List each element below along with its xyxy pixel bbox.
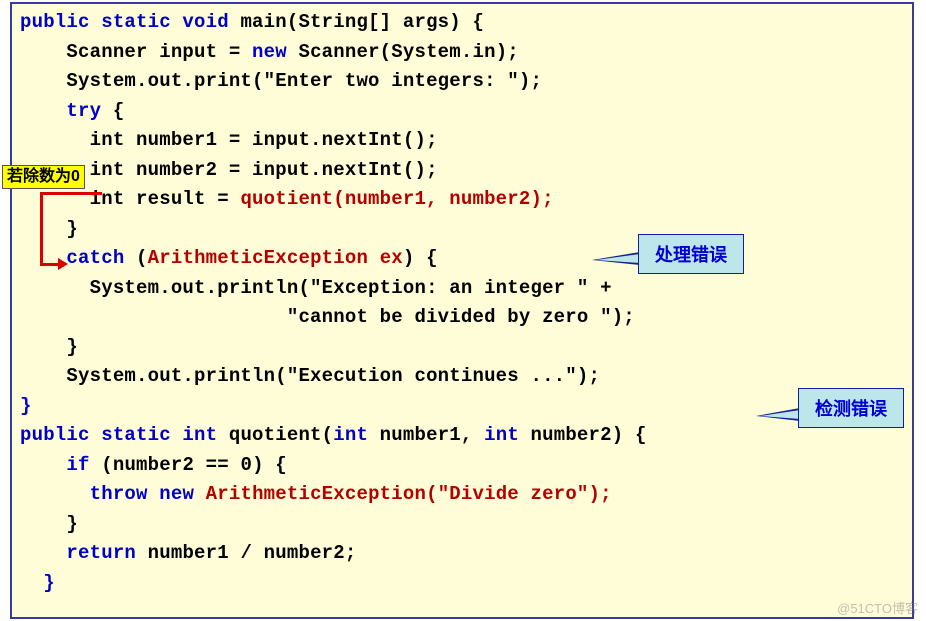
kw-int2: int: [484, 424, 519, 446]
main-sig: main(String[] args) {: [229, 11, 484, 33]
kw-new1: new: [252, 41, 287, 63]
l19c: number1 / number2;: [136, 542, 356, 564]
l16c: (number2 == 0) {: [90, 454, 287, 476]
callout-handle-error: 处理错误: [638, 234, 744, 274]
l20: }: [20, 572, 55, 594]
call-quotient: quotient(number1, number2);: [240, 188, 553, 210]
l2c: Scanner(System.in);: [287, 41, 519, 63]
l2a: Scanner input =: [20, 41, 252, 63]
kw-public-static-int: public static int: [20, 424, 217, 446]
l3: System.out.print("Enter two integers: ")…: [20, 70, 542, 92]
l14: }: [20, 395, 32, 417]
l8: }: [20, 218, 78, 240]
code-block: public static void main(String[] args) {…: [20, 8, 904, 598]
kw-public-static-void: public static void: [20, 11, 229, 33]
l9e: ) {: [403, 247, 438, 269]
callout-detect-error: 检测错误: [798, 388, 904, 428]
red-arrowhead-icon: [58, 258, 68, 270]
catch-type: ArithmeticException ex: [148, 247, 403, 269]
kw-return: return: [66, 542, 136, 564]
callout-tail: [596, 254, 640, 263]
l19a: [20, 542, 66, 564]
l18: }: [20, 513, 78, 535]
l17sp: [194, 483, 206, 505]
l16a: [20, 454, 66, 476]
throw-expr: ArithmeticException("Divide zero");: [206, 483, 612, 505]
l4c: {: [101, 100, 124, 122]
kw-if: if: [66, 454, 89, 476]
l4a: [20, 100, 66, 122]
callout-tail: [760, 410, 800, 419]
l5: int number1 = input.nextInt();: [20, 129, 438, 151]
l15b: quotient(: [217, 424, 333, 446]
l15d: number1,: [368, 424, 484, 446]
annotation-divisor-zero: 若除数为0: [2, 165, 85, 189]
kw-throw-new: throw new: [90, 483, 194, 505]
watermark: @51CTO博客: [837, 598, 918, 617]
l7a: int result =: [20, 188, 240, 210]
l13: System.out.println("Execution continues …: [20, 365, 600, 387]
l15f: number2) {: [519, 424, 647, 446]
kw-try: try: [66, 100, 101, 122]
code-panel: public static void main(String[] args) {…: [10, 2, 914, 619]
l10: System.out.println("Exception: an intege…: [20, 277, 612, 299]
l11: "cannot be divided by zero ");: [20, 306, 635, 328]
l17a: [20, 483, 90, 505]
kw-int1: int: [333, 424, 368, 446]
l9c: (: [124, 247, 147, 269]
l12: }: [20, 336, 78, 358]
kw-catch: catch: [66, 247, 124, 269]
